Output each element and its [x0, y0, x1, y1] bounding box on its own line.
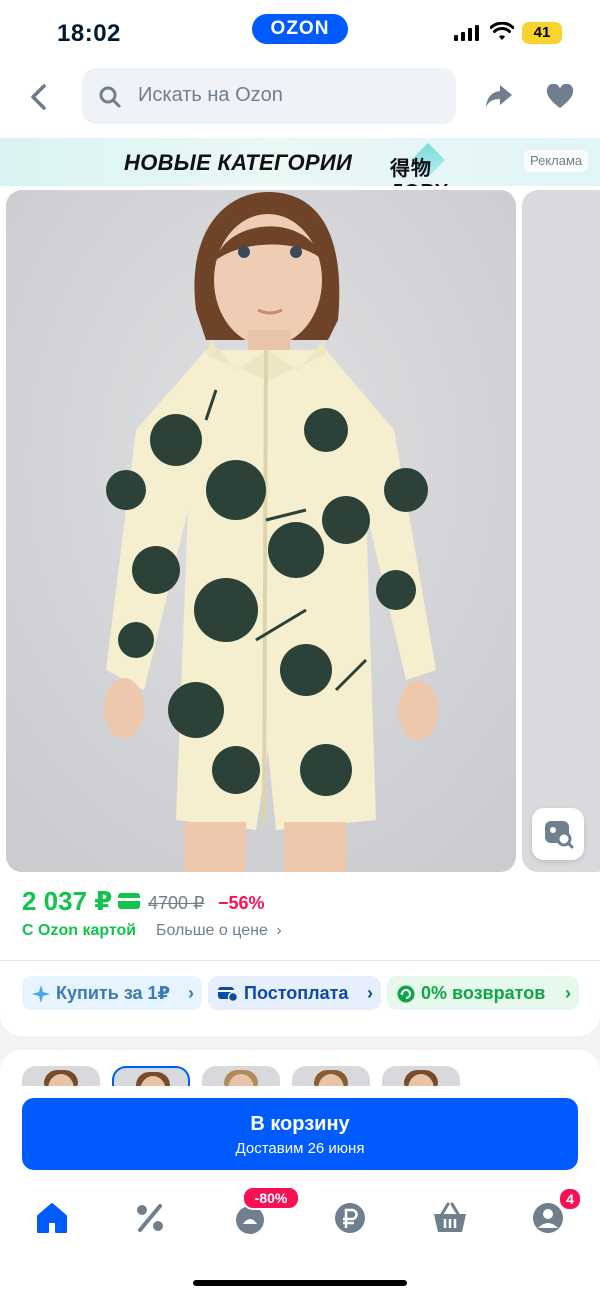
- back-arrow-icon[interactable]: [26, 82, 52, 112]
- divider: [0, 960, 600, 961]
- bottom-tab-bar: -80% 4: [0, 1186, 600, 1297]
- return-icon: [397, 985, 415, 1003]
- search-placeholder: Искать на Ozon: [138, 84, 283, 106]
- status-time: 18:02: [57, 20, 121, 47]
- more-about-price-label: Больше о цене: [156, 922, 268, 939]
- basket-icon[interactable]: [430, 1200, 470, 1236]
- chevron-right-icon: ›: [565, 983, 571, 1003]
- chip-label: 0% возвратов: [421, 983, 546, 1003]
- tab-badge-discount: -80%: [242, 1186, 300, 1210]
- chip-label: Купить за 1₽: [56, 983, 171, 1003]
- product-photo-illustration: [6, 190, 516, 872]
- free-returns-chip[interactable]: 0% возвратов ›: [387, 976, 579, 1010]
- battery-indicator: 41: [522, 22, 562, 44]
- ozon-logo-pill[interactable]: OZON: [252, 14, 348, 44]
- ad-tag: Реклама: [524, 150, 589, 172]
- current-price: 2 037 ₽: [22, 886, 113, 916]
- photo-search-button[interactable]: [532, 808, 584, 860]
- favorite-heart-icon[interactable]: [546, 84, 574, 110]
- old-price: 4700 ₽: [148, 893, 205, 913]
- ad-banner[interactable]: НОВЫЕ КАТЕГОРИИ 得物ДЭВУ Реклама: [0, 138, 600, 203]
- ad-brand-logo: 得物ДЭВУ: [390, 143, 480, 203]
- ad-title: НОВЫЕ КАТЕГОРИИ: [124, 150, 353, 175]
- signal-icon: [454, 25, 479, 41]
- more-about-price-link[interactable]: Больше о цене ›: [156, 922, 282, 940]
- ozon-card-icon: [118, 893, 140, 909]
- home-icon[interactable]: [32, 1200, 72, 1236]
- home-indicator: [193, 1280, 407, 1286]
- chip-label: Постоплата: [244, 983, 349, 1003]
- postpay-chip[interactable]: Постоплата ›: [208, 976, 381, 1010]
- next-photo-preview[interactable]: [522, 190, 600, 872]
- card-clock-icon: [218, 987, 238, 1003]
- ozon-card-label: С Ozon картой: [22, 922, 137, 939]
- top-header: Искать на Ozon: [0, 66, 600, 138]
- image-search-icon: [545, 821, 574, 849]
- ruble-icon[interactable]: [330, 1200, 370, 1236]
- add-to-cart-button[interactable]: В корзину Доставим 26 июня: [22, 1098, 578, 1170]
- tab-badge-profile: 4: [558, 1187, 582, 1211]
- buy-for-1-ruble-chip[interactable]: Купить за 1₽ ›: [22, 976, 202, 1010]
- product-gallery[interactable]: [0, 186, 600, 876]
- delivery-date: Доставим 26 июня: [235, 1140, 365, 1157]
- price-block: 2 037 ₽ 4700 ₽ −56% С Ozon картой Больше…: [0, 876, 600, 1036]
- search-input[interactable]: Искать на Ozon: [82, 68, 456, 124]
- sparkle-icon: [32, 985, 50, 1004]
- search-icon: [99, 86, 121, 108]
- percent-icon[interactable]: [130, 1200, 170, 1236]
- cart-area: В корзину Доставим 26 июня: [0, 1086, 600, 1186]
- add-to-cart-label: В корзину: [250, 1113, 350, 1135]
- wifi-icon: [490, 22, 514, 40]
- chevron-right-icon: ›: [367, 983, 373, 1003]
- status-bar: 18:02 OZON 41: [0, 0, 600, 66]
- chevron-right-icon: ›: [188, 983, 194, 1003]
- share-icon[interactable]: [484, 82, 514, 110]
- discount-percent: −56%: [218, 893, 265, 913]
- product-photo[interactable]: [6, 190, 516, 872]
- chevron-right-icon: ›: [276, 922, 282, 939]
